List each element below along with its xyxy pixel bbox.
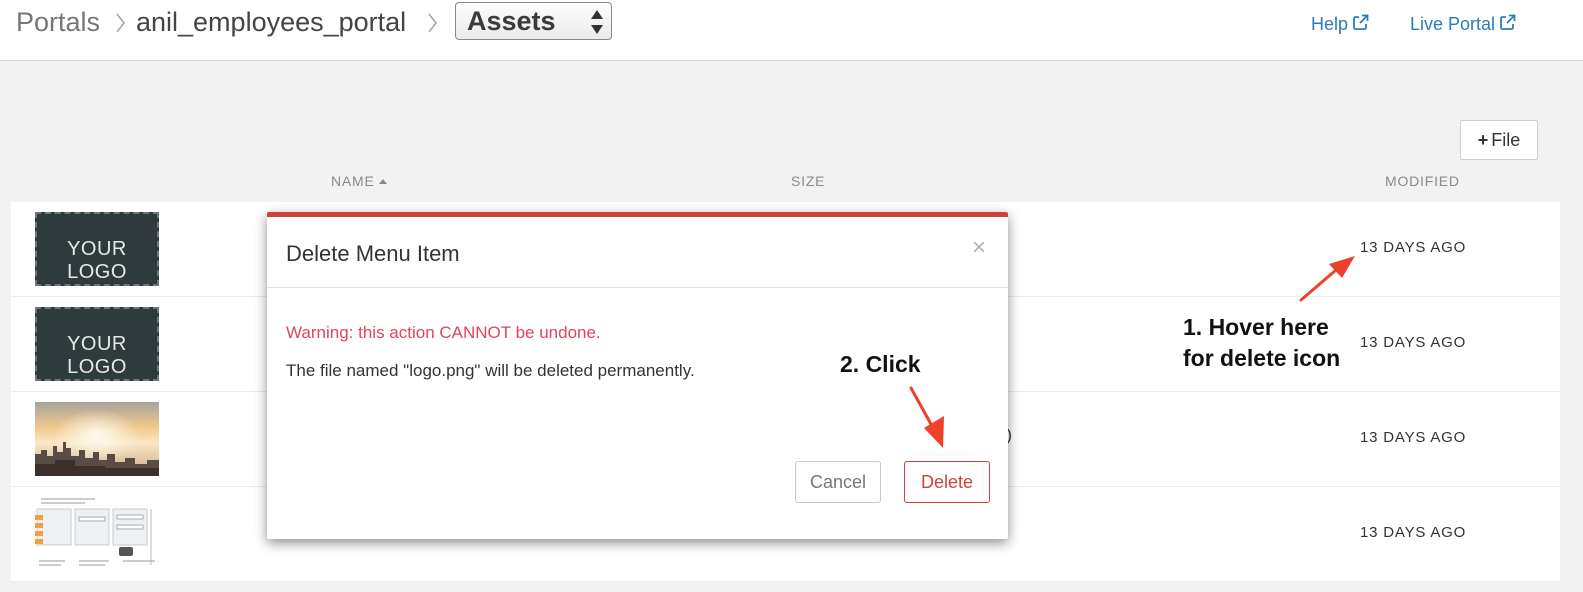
row-modified: 13 DAYS AGO [1360,239,1467,256]
sort-ascending-icon [378,179,387,184]
row-modified: 13 DAYS AGO [1360,429,1467,446]
logo-thumbnail-text: YOUR LOGO [67,238,127,283]
help-link-label: Help [1311,14,1349,34]
dialog-message: The file named "logo.png" will be delete… [286,361,695,380]
dialog-title: Delete Menu Item [286,241,460,266]
column-header-name[interactable]: NAME [331,173,387,189]
external-link-icon [1352,13,1369,37]
annotation-click: 2. Click [840,351,921,377]
live-portal-link-label: Live Portal [1410,14,1496,34]
logo-thumbnail[interactable]: YOUR LOGO [35,307,159,381]
diagram-thumbnail[interactable] [35,495,159,575]
column-header-modified: MODIFIED [1385,173,1460,189]
annotation-hover-line2: for delete icon [1183,345,1341,371]
dialog-warning: Warning: this action CANNOT be undone. [286,323,601,342]
chevron-right-icon [115,10,126,36]
up-down-arrows-icon [590,9,604,40]
annotation-hover-line1: 1. Hover here [1183,314,1329,340]
add-file-button[interactable]: + File [1460,120,1538,160]
top-header: Portals anil_employees_portal Assets Hel… [0,0,1583,61]
annotation-hover: 1. Hover here for delete icon [1183,312,1340,374]
live-portal-link[interactable]: Live Portal [1410,12,1516,37]
add-file-label: File [1491,130,1521,150]
city-skyline-thumbnail[interactable] [35,402,159,476]
breadcrumb-portal-link[interactable]: anil_employees_portal [136,4,406,40]
logo-thumbnail[interactable]: YOUR LOGO [35,212,159,286]
help-link[interactable]: Help [1311,12,1369,37]
external-link-icon [1499,13,1516,37]
column-header-name-label: NAME [331,173,375,189]
plus-icon: + [1477,130,1489,150]
cancel-button[interactable]: Cancel [795,461,881,503]
breadcrumb-portals-link[interactable]: Portals [16,4,100,40]
delete-button[interactable]: Delete [904,461,990,503]
column-header-size: SIZE [791,173,826,189]
section-select-value: Assets [467,6,556,36]
row-modified: 13 DAYS AGO [1360,524,1467,541]
row-modified: 13 DAYS AGO [1360,334,1467,351]
section-select[interactable]: Assets [455,2,612,40]
logo-thumbnail-text: YOUR LOGO [67,333,127,378]
close-icon[interactable]: × [972,235,986,261]
chevron-right-icon [427,10,438,36]
dialog-header: Delete Menu Item × [267,217,1008,288]
